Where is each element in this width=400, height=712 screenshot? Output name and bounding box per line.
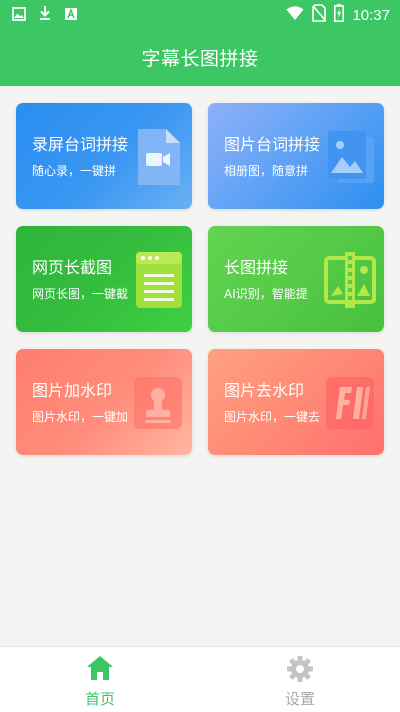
nav-settings[interactable]: 设置	[240, 653, 360, 709]
wifi-icon	[286, 5, 304, 25]
stamp-icon	[132, 373, 184, 433]
nav-home-label: 首页	[84, 690, 115, 708]
card-subtitle: 随心录，一键拼	[32, 164, 117, 178]
erase-watermark-icon	[324, 373, 376, 433]
card-subtitle: AI识别，智能提	[224, 287, 308, 301]
card-remove-watermark[interactable]: 图片去水印 图片水印，一键去	[208, 349, 384, 455]
font-icon	[64, 6, 78, 25]
card-subtitle: 网页长图，一键截	[32, 287, 129, 301]
card-title: 录屏台词拼接	[32, 135, 129, 154]
video-file-icon	[132, 127, 184, 187]
bottom-navigation: 首页 设置	[0, 646, 400, 712]
webpage-icon	[132, 250, 184, 310]
card-title: 图片加水印	[32, 381, 113, 400]
nav-settings-label: 设置	[284, 690, 315, 708]
nav-home[interactable]: 首页	[40, 653, 160, 709]
app-header: 字幕长图拼接	[0, 28, 400, 86]
battery-charging-icon	[334, 4, 345, 26]
card-subtitle: 图片水印，一键加	[32, 410, 129, 424]
card-title: 长图拼接	[224, 258, 289, 277]
page-title: 字幕长图拼接	[141, 47, 259, 70]
image-stack-icon	[324, 127, 376, 187]
gallery-icon	[12, 6, 26, 25]
image-merge-icon	[324, 250, 376, 310]
card-screen-record-stitch[interactable]: 录屏台词拼接 随心录，一键拼	[16, 103, 192, 209]
download-icon	[38, 5, 52, 25]
status-bar: 10:37	[0, 0, 400, 28]
card-title: 图片台词拼接	[224, 135, 321, 154]
clock-time: 10:37	[352, 6, 390, 24]
card-subtitle: 相册图，随意拼	[224, 164, 309, 178]
home-icon	[87, 656, 113, 680]
card-title: 网页长截图	[32, 258, 113, 277]
card-webpage-long-screenshot[interactable]: 网页长截图 网页长图，一键截	[16, 226, 192, 332]
card-subtitle: 图片水印，一键去	[224, 410, 321, 424]
card-add-watermark[interactable]: 图片加水印 图片水印，一键加	[16, 349, 192, 455]
card-image-subtitle-stitch[interactable]: 图片台词拼接 相册图，随意拼	[208, 103, 384, 209]
card-long-image-stitch[interactable]: 长图拼接 AI识别，智能提	[208, 226, 384, 332]
card-title: 图片去水印	[224, 381, 305, 400]
no-sim-icon	[312, 4, 327, 26]
gear-icon	[287, 656, 313, 682]
